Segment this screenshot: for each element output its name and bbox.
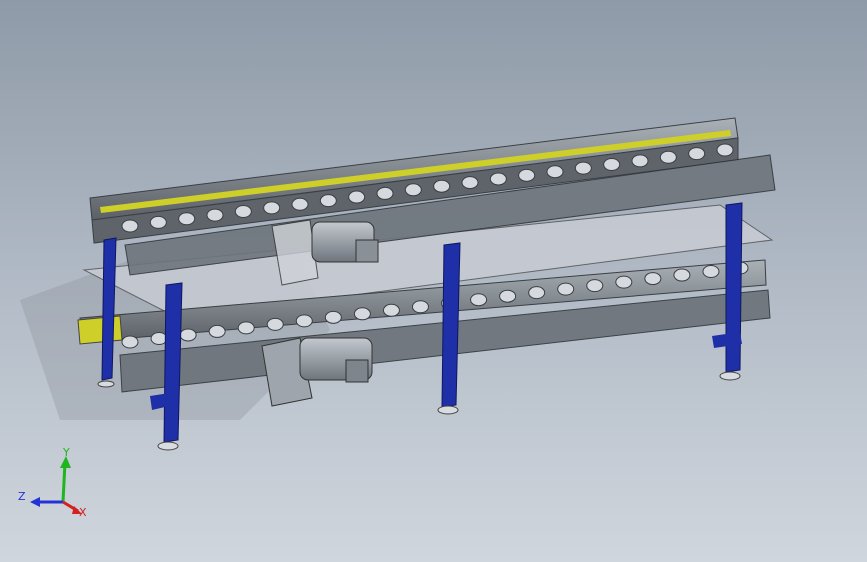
- roller: [659, 150, 677, 164]
- roller: [319, 194, 337, 208]
- roller: [603, 157, 621, 171]
- roller: [234, 205, 252, 219]
- roller: [470, 293, 488, 307]
- roller: [178, 212, 196, 226]
- leg-mid: [441, 242, 461, 408]
- roller: [295, 314, 313, 328]
- roller: [324, 310, 342, 324]
- roller: [702, 265, 720, 279]
- roller: [121, 335, 139, 349]
- foot-2: [437, 405, 459, 415]
- roller: [644, 272, 662, 286]
- roller: [586, 279, 604, 293]
- roller: [237, 321, 255, 335]
- lower-motor[interactable]: [261, 337, 373, 407]
- roller: [673, 268, 691, 282]
- roller: [179, 328, 197, 342]
- lower-motor-terminal: [345, 359, 369, 383]
- roller: [150, 331, 168, 345]
- roller: [528, 286, 546, 300]
- roller: [546, 165, 564, 179]
- roller: [263, 201, 281, 215]
- roller: [461, 176, 479, 190]
- roller: [353, 307, 371, 321]
- roller: [121, 219, 139, 233]
- roller: [716, 143, 734, 157]
- roller: [411, 300, 429, 314]
- graphics-viewport[interactable]: Y Z X: [0, 0, 867, 562]
- roller: [574, 161, 592, 175]
- roller: [688, 147, 706, 161]
- roller: [266, 317, 284, 331]
- upper-motor-terminal: [355, 239, 379, 263]
- foot-1: [157, 441, 179, 451]
- foot-4: [97, 380, 115, 388]
- roller: [291, 197, 309, 211]
- roller: [382, 303, 400, 317]
- foot-3: [719, 371, 741, 381]
- roller: [631, 154, 649, 168]
- triad-z-label: Z: [18, 490, 26, 503]
- roller: [208, 324, 226, 338]
- roller: [404, 183, 422, 197]
- roller: [615, 275, 633, 289]
- triad-z-arrow: [30, 497, 40, 507]
- roller: [433, 179, 451, 193]
- triad-x-label: X: [79, 506, 87, 519]
- lower-accent-block: [77, 315, 123, 345]
- model-view[interactable]: Y Z X: [0, 0, 867, 562]
- roller: [499, 289, 517, 303]
- triad-y-label: Y: [62, 446, 70, 459]
- orientation-triad: Y Z X: [18, 446, 87, 519]
- roller: [489, 172, 507, 186]
- roller: [348, 190, 366, 204]
- roller: [149, 215, 167, 229]
- roller: [518, 168, 536, 182]
- leg-back-right: [725, 202, 743, 373]
- roller: [376, 186, 394, 200]
- roller: [206, 208, 224, 222]
- roller: [557, 282, 575, 296]
